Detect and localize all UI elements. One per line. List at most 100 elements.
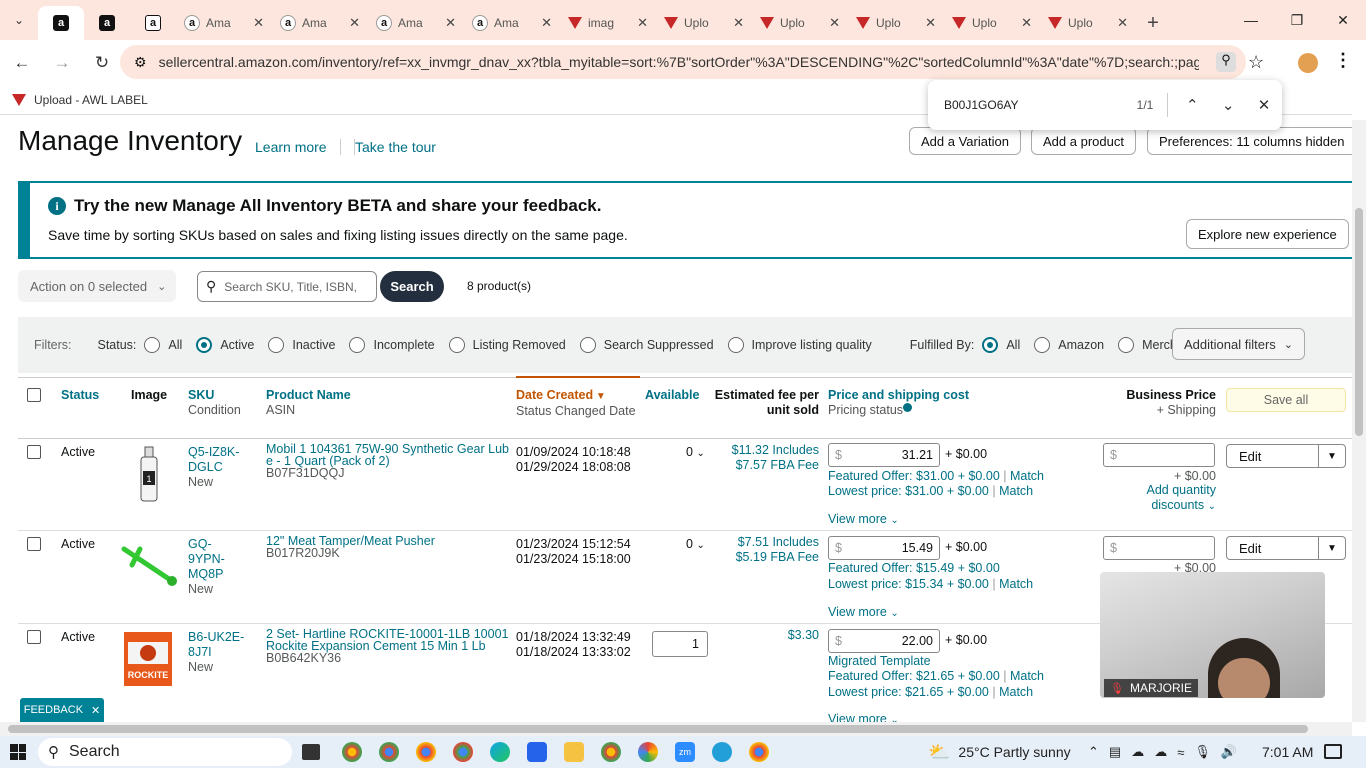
row-sku[interactable]: B6-UK2E-8J7I: [188, 630, 244, 659]
chevron-up-icon[interactable]: ⌃: [1088, 744, 1099, 760]
row-sku[interactable]: GQ-9YPN-MQ8P: [188, 537, 225, 581]
status-inactive-radio[interactable]: Inactive: [268, 337, 335, 353]
view-more-link[interactable]: View more ⌄: [828, 605, 899, 621]
row-fee[interactable]: $3.30: [719, 628, 819, 643]
row-available[interactable]: 0 ⌄: [686, 537, 705, 553]
row-checkbox[interactable]: [27, 630, 41, 644]
close-icon[interactable]: ✕: [733, 15, 744, 31]
view-more-link[interactable]: View more ⌄: [828, 712, 899, 722]
wifi-icon[interactable]: ≈: [1177, 745, 1184, 760]
tab-ama-3[interactable]: a Ama ✕: [368, 6, 464, 40]
minimize-icon[interactable]: —: [1228, 0, 1274, 40]
profile-avatar[interactable]: [1298, 53, 1318, 73]
status-active-radio[interactable]: Active: [196, 337, 254, 353]
close-icon[interactable]: ✕: [1021, 15, 1032, 31]
bookmark-upload-awl[interactable]: Upload - AWL LABEL: [34, 93, 148, 107]
header-price[interactable]: Price and shipping cost: [828, 388, 969, 402]
learn-more-link[interactable]: Learn more: [255, 139, 327, 155]
close-icon[interactable]: ✕: [541, 15, 552, 31]
tab-upload-3[interactable]: Uplo ✕: [848, 6, 944, 40]
windows-start-icon[interactable]: [10, 744, 26, 760]
chrome-icon[interactable]: [416, 742, 436, 762]
fulfilled-all-radio[interactable]: All: [982, 337, 1020, 353]
save-all-button[interactable]: Save all: [1226, 388, 1346, 412]
close-icon[interactable]: ✕: [349, 15, 360, 31]
search-input[interactable]: ⚲ Search SKU, Title, ISBN,: [197, 271, 377, 302]
quantity-input[interactable]: 1: [652, 631, 708, 657]
chrome-icon[interactable]: [453, 742, 473, 762]
horizontal-scrollbar[interactable]: [0, 722, 1352, 736]
business-price-input[interactable]: $: [1103, 536, 1215, 560]
product-image-rockite-box[interactable]: ROCKITE: [122, 628, 174, 688]
status-incomplete-radio[interactable]: Incomplete: [349, 337, 435, 353]
edit-button[interactable]: Edit: [1227, 537, 1319, 559]
match-link[interactable]: Match: [1010, 469, 1044, 483]
taskbar-search[interactable]: ⚲ Search: [38, 738, 292, 766]
chrome-icon[interactable]: [749, 742, 769, 762]
price-input[interactable]: $22.00: [828, 629, 940, 653]
tab-upload-5[interactable]: Uplo ✕: [1040, 6, 1136, 40]
chevron-down-icon[interactable]: ▼: [1319, 445, 1345, 467]
microphone-icon[interactable]: 🎙: [1194, 744, 1211, 760]
match-link[interactable]: Match: [999, 577, 1033, 591]
new-tab-plus-icon[interactable]: +: [1136, 6, 1170, 40]
menu-kebab-icon[interactable]: ⋮: [1334, 50, 1352, 71]
notifications-icon[interactable]: [1324, 744, 1342, 759]
close-icon[interactable]: ✕: [829, 15, 840, 31]
chevron-down-icon[interactable]: ▼: [1319, 537, 1345, 559]
action-select[interactable]: Action on 0 selected ⌄: [18, 270, 176, 302]
photos-icon[interactable]: [638, 742, 658, 762]
site-settings-icon[interactable]: ⚙: [134, 54, 147, 71]
find-in-page-icon[interactable]: ⚲: [1216, 52, 1236, 72]
back-arrow-icon[interactable]: ←: [4, 45, 40, 81]
add-quantity-discounts-link[interactable]: Add quantity discounts ⌄: [1128, 483, 1217, 514]
chrome-icon[interactable]: [379, 742, 399, 762]
zoom-icon[interactable]: zm: [675, 742, 695, 762]
tab-amazon-2[interactable]: a: [84, 6, 130, 40]
restore-icon[interactable]: ❐: [1274, 0, 1320, 40]
tab-ama-2[interactable]: a Ama ✕: [272, 6, 368, 40]
match-link[interactable]: Match: [999, 685, 1033, 699]
chrome-icon[interactable]: [601, 742, 621, 762]
close-icon[interactable]: ✕: [445, 15, 456, 31]
close-icon[interactable]: ✕: [253, 15, 264, 31]
chevron-up-icon[interactable]: ⌃: [1174, 96, 1210, 114]
row-fee[interactable]: $7.51 Includes $5.19 FBA Fee: [719, 535, 819, 565]
tab-upload-2[interactable]: Uplo ✕: [752, 6, 848, 40]
info-icon[interactable]: [903, 403, 913, 412]
bookmark-star-icon[interactable]: ☆: [1248, 52, 1264, 73]
business-price-input[interactable]: $: [1103, 443, 1215, 467]
weather-widget[interactable]: ⛅ 25°C Partly sunny: [928, 736, 1071, 768]
status-listing-removed-radio[interactable]: Listing Removed: [448, 337, 566, 353]
fulfilled-amazon-radio[interactable]: Amazon: [1034, 337, 1104, 353]
product-image-meat-tamper[interactable]: [118, 543, 180, 589]
add-variation-button[interactable]: Add a Variation: [909, 127, 1021, 155]
row-fee[interactable]: $11.32 Includes $7.57 FBA Fee: [719, 443, 819, 473]
view-more-link[interactable]: View more ⌄: [828, 512, 899, 528]
price-input[interactable]: $15.49: [828, 536, 940, 560]
select-all-checkbox[interactable]: [27, 388, 41, 402]
vertical-scrollbar[interactable]: [1352, 120, 1366, 722]
price-input[interactable]: $31.21: [828, 443, 940, 467]
edge-icon[interactable]: [490, 742, 510, 762]
tab-amazon-1[interactable]: a: [38, 6, 84, 40]
row-sku[interactable]: Q5-IZ8K-DGLC: [188, 445, 239, 474]
row-available[interactable]: 0 ⌄: [686, 445, 705, 461]
close-icon[interactable]: ✕: [1117, 15, 1128, 31]
header-product-name[interactable]: Product Name: [266, 388, 351, 402]
status-all-radio[interactable]: All: [144, 337, 182, 353]
tab-imag[interactable]: imag ✕: [560, 6, 656, 40]
search-button[interactable]: Search: [380, 271, 444, 302]
tab-search-chevron-icon[interactable]: ⌄: [0, 0, 38, 40]
additional-filters-button[interactable]: Additional filters ⌄: [1172, 328, 1305, 360]
scroll-thumb[interactable]: [1355, 208, 1363, 436]
close-icon[interactable]: ✕: [91, 704, 100, 717]
edit-button[interactable]: Edit: [1227, 445, 1319, 467]
find-input[interactable]: B00J1GO6AY: [944, 98, 1104, 112]
tab-ama-1[interactable]: a Ama ✕: [176, 6, 272, 40]
header-status[interactable]: Status: [61, 388, 99, 402]
header-date-created[interactable]: Date Created: [516, 388, 593, 402]
tab-amazon-3[interactable]: a: [130, 6, 176, 40]
task-view-icon[interactable]: [302, 744, 320, 760]
file-explorer-icon[interactable]: [564, 742, 584, 762]
